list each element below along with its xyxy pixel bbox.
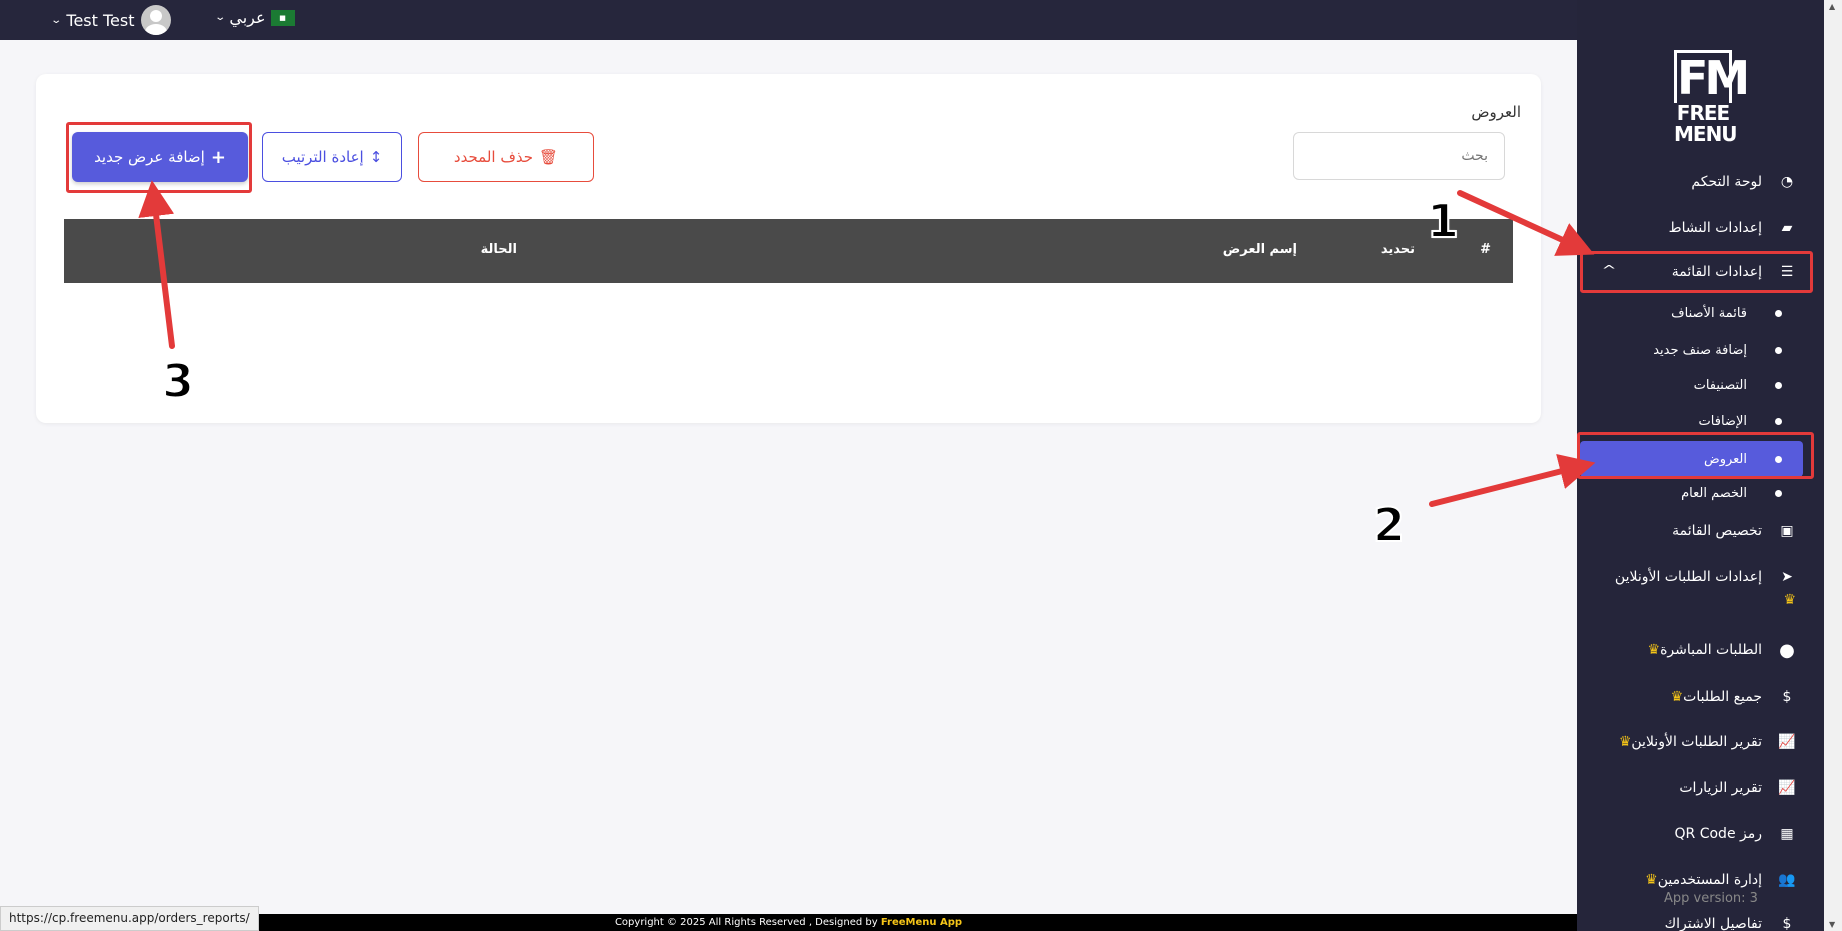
user-menu[interactable]: ⌄ Test Test xyxy=(50,5,171,35)
highlight-add-offer xyxy=(66,122,252,193)
table-header: # تحديد إسم العرض الحالة xyxy=(64,219,1513,283)
bullet-icon xyxy=(1775,381,1782,389)
scroll-up-icon[interactable]: ▲ xyxy=(1829,2,1835,11)
sidebar-item-subscription[interactable]: $ تفاصيل الاشتراك xyxy=(1577,914,1824,931)
sidebar-subitem-categories[interactable]: التصنيفات xyxy=(1577,375,1824,395)
crown-icon: ♛ xyxy=(1618,734,1632,750)
sidebar-subitem-items-list[interactable]: قائمة الأصناف xyxy=(1577,303,1824,323)
status-bar-url: https://cp.freemenu.app/orders_reports/ xyxy=(0,906,259,931)
sidebar-subitem-add-item[interactable]: إضافة صنف جديد xyxy=(1577,340,1824,360)
arrow-2 xyxy=(1429,453,1596,507)
money-bag-icon: $ xyxy=(1782,689,1792,705)
column-header-select[interactable]: تحديد xyxy=(1381,242,1415,257)
crown-icon: ♛ xyxy=(1783,592,1796,608)
crown-icon: ♛ xyxy=(1645,872,1658,888)
bullet-icon xyxy=(1775,489,1782,497)
telegram-icon: ➤ xyxy=(1781,569,1793,585)
column-header-status[interactable]: الحالة xyxy=(481,242,517,257)
dashboard-icon: ◔ xyxy=(1780,174,1794,190)
sidebar-item-online-orders-settings[interactable]: ➤ إعدادات الطلبات الأونلاين xyxy=(1577,565,1824,589)
highlight-menu-settings xyxy=(1580,251,1813,293)
highlight-offers xyxy=(1577,432,1814,479)
chart-line-icon: 📈 xyxy=(1778,734,1796,750)
sidebar-item-all-orders[interactable]: $ جميع الطلبات ♛ xyxy=(1577,685,1824,709)
language-label: عربي xyxy=(229,8,266,27)
crown-icon: ♛ xyxy=(1647,642,1661,658)
footer-brand-link[interactable]: FreeMenu App xyxy=(881,917,962,928)
bullet-icon xyxy=(1775,309,1782,317)
user-name: Test Test xyxy=(66,10,135,30)
sidebar-item-dashboard[interactable]: ◔ لوحة التحكم xyxy=(1577,170,1824,194)
search-input[interactable] xyxy=(1293,132,1505,180)
briefcase-icon: ▰ xyxy=(1781,220,1793,236)
annotation-number-2: 2 xyxy=(1372,497,1406,553)
app-version: App version: 3 xyxy=(1664,891,1758,906)
images-icon: ▣ xyxy=(1780,523,1794,539)
qrcode-icon: ▦ xyxy=(1780,826,1794,842)
saudi-flag-icon: ■ xyxy=(270,9,295,26)
top-bar: ⌄ Test Test ⌄ عربي ■ xyxy=(0,0,1577,40)
sidebar-item-live-orders[interactable]: ● الطلبات المباشرة ♛ xyxy=(1577,638,1824,662)
users-icon: 👥 xyxy=(1778,872,1796,888)
annotation-number-3: 3 xyxy=(161,353,195,409)
sidebar-item-visits-report[interactable]: 📈 تقرير الزيارات xyxy=(1577,776,1824,800)
annotation-number-1: 1 xyxy=(1426,193,1460,249)
bullet-icon xyxy=(1775,346,1782,354)
column-header-number: # xyxy=(1480,242,1491,257)
chevron-down-icon: ⌄ xyxy=(214,12,227,23)
column-header-offer-name[interactable]: إسم العرض xyxy=(1223,242,1297,257)
trash-icon: 🗑 xyxy=(539,148,559,166)
bullet-icon xyxy=(1775,417,1782,425)
chevron-down-icon: ⌄ xyxy=(50,14,63,26)
reorder-button[interactable]: ↕ إعادة الترتيب xyxy=(262,132,402,182)
language-switcher[interactable]: ⌄ عربي ■ xyxy=(214,8,295,27)
sidebar-item-menu-customization[interactable]: ▣ تخصيص القائمة xyxy=(1577,519,1824,543)
scroll-down-icon[interactable]: ▼ xyxy=(1829,920,1835,929)
circle-icon: ● xyxy=(1779,639,1795,661)
scrollbar[interactable]: ▲ ▼ xyxy=(1824,0,1842,931)
page-title: العروض xyxy=(1471,103,1521,121)
freemenu-logo[interactable]: FM FREE MENU xyxy=(1674,50,1750,148)
offers-card: العروض 🗑 حذف المحدد ↕ إعادة الترتيب + إض… xyxy=(36,74,1541,423)
sidebar-subitem-general-discount[interactable]: الخصم العام xyxy=(1577,483,1824,503)
subscription-icon: $ xyxy=(1782,916,1792,931)
sort-arrows-icon: ↕ xyxy=(369,148,383,166)
crown-icon: ♛ xyxy=(1670,689,1684,705)
avatar xyxy=(140,5,171,35)
sidebar-item-online-orders-report[interactable]: 📈 تقرير الطلبات الأونلاين ♛ xyxy=(1577,730,1824,754)
sidebar-item-business-settings[interactable]: ▰ إعدادات النشاط xyxy=(1577,216,1824,240)
sidebar-item-users-management[interactable]: 👥 إدارة المستخدمين ♛ xyxy=(1577,868,1824,892)
sidebar-item-qr-code[interactable]: ▦ رمز QR Code xyxy=(1577,822,1824,846)
chart-line-icon: 📈 xyxy=(1778,780,1796,796)
sidebar-subitem-addons[interactable]: الإضافات xyxy=(1577,411,1824,431)
delete-selected-button[interactable]: 🗑 حذف المحدد xyxy=(418,132,594,182)
